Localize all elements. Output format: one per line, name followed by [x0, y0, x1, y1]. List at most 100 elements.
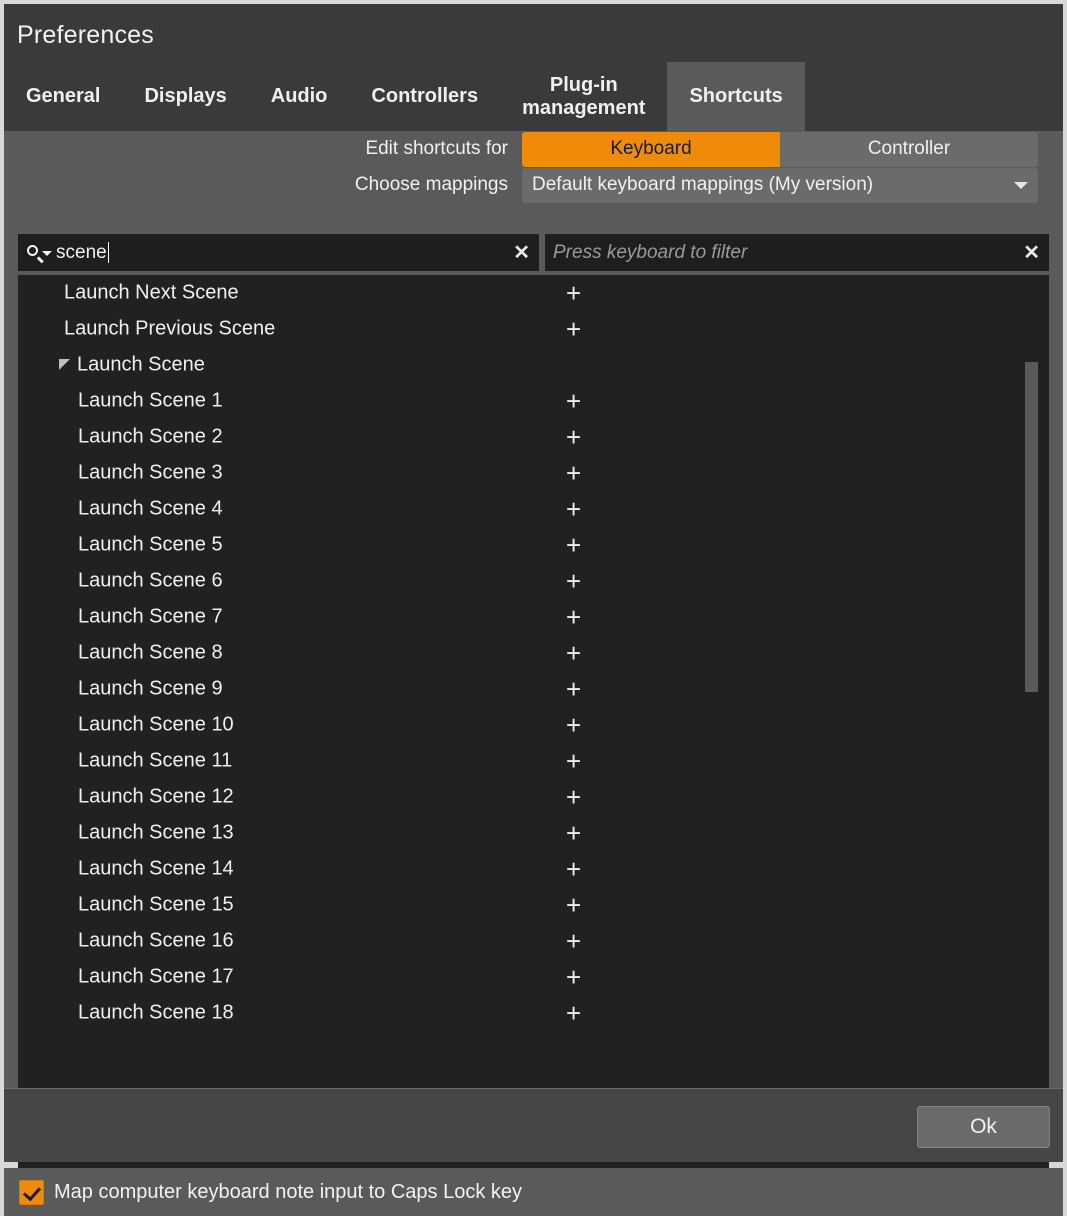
add-shortcut-icon[interactable]: + [566, 856, 581, 882]
search-field[interactable]: scene ✕ [18, 234, 539, 271]
tab-audio[interactable]: Audio [249, 62, 350, 131]
list-item-label: Launch Scene 7 [78, 605, 223, 628]
tab-general[interactable]: General [4, 62, 122, 131]
list-item[interactable]: Launch Next Scene + [18, 275, 1049, 311]
list-item[interactable]: Launch Scene 18 + [18, 995, 1049, 1031]
add-shortcut-icon[interactable]: + [566, 316, 581, 342]
add-shortcut-icon[interactable]: + [566, 1000, 581, 1026]
list-item-label: Launch Scene 4 [78, 497, 223, 520]
list-item[interactable]: Launch Scene 16 + [18, 923, 1049, 959]
list-item[interactable]: Launch Scene 14 + [18, 851, 1049, 887]
add-shortcut-icon[interactable]: + [566, 604, 581, 630]
add-shortcut-icon[interactable]: + [566, 784, 581, 810]
tab-shortcuts[interactable]: Shortcuts [667, 62, 805, 131]
caps-lock-checkbox[interactable] [19, 1179, 44, 1205]
list-item-label: Launch Scene 5 [78, 533, 223, 556]
list-item[interactable]: Launch Scene 13 + [18, 815, 1049, 851]
list-item-label: Launch Scene 9 [78, 677, 223, 700]
add-shortcut-icon[interactable]: + [566, 460, 581, 486]
list-item[interactable]: Launch Scene 1 + [18, 383, 1049, 419]
shortcuts-list: Launch Next Scene + Launch Previous Scene +… [18, 275, 1049, 1031]
edit-shortcuts-row: Edit shortcuts for Keyboard Controller [4, 131, 1063, 167]
list-item[interactable]: Launch Scene 17 + [18, 959, 1049, 995]
list-item[interactable]: Launch Scene 12 + [18, 779, 1049, 815]
search-clear-icon[interactable]: ✕ [513, 243, 530, 263]
add-shortcut-icon[interactable]: + [566, 676, 581, 702]
list-item[interactable]: Launch Scene 7 + [18, 599, 1049, 635]
page-title: Preferences [17, 21, 154, 49]
ok-button[interactable]: Ok [917, 1106, 1050, 1148]
list-item-label: Launch Scene 1 [78, 389, 223, 412]
tab-displays[interactable]: Displays [122, 62, 248, 131]
list-item-label: Launch Scene 12 [78, 785, 234, 808]
shortcuts-list-panel: Launch Next Scene + Launch Previous Scene +… [18, 275, 1049, 1168]
dialog-footer: Ok [4, 1088, 1063, 1162]
chevron-down-icon [1014, 182, 1028, 189]
list-item[interactable]: Launch Scene 9 + [18, 671, 1049, 707]
add-shortcut-icon[interactable]: + [566, 532, 581, 558]
add-shortcut-icon[interactable]: + [566, 388, 581, 414]
filter-row: scene ✕ Press keyboard to filter ✕ [18, 234, 1049, 271]
list-item[interactable]: Launch Scene 10 + [18, 707, 1049, 743]
disclosure-triangle-icon[interactable] [59, 359, 70, 370]
text-cursor [107, 242, 109, 263]
keyboard-filter-clear-icon[interactable]: ✕ [1023, 243, 1040, 263]
add-shortcut-icon[interactable]: + [566, 568, 581, 594]
list-group-header[interactable]: Launch Scene [18, 347, 1049, 383]
tab-bar-spacer [805, 62, 1063, 131]
segment-controller[interactable]: Controller [780, 131, 1038, 167]
add-shortcut-icon[interactable]: + [566, 712, 581, 738]
tab-controllers[interactable]: Controllers [349, 62, 500, 131]
choose-mappings-label: Choose mappings [354, 174, 508, 195]
add-shortcut-icon[interactable]: + [566, 748, 581, 774]
add-shortcut-icon[interactable]: + [566, 928, 581, 954]
list-item-label: Launch Scene 2 [78, 425, 223, 448]
segment-keyboard[interactable]: Keyboard [522, 131, 780, 167]
add-shortcut-icon[interactable]: + [566, 280, 581, 306]
list-item[interactable]: Launch Scene 15 + [18, 887, 1049, 923]
choose-mappings-row: Choose mappings Default keyboard mapping… [4, 167, 1063, 203]
tab-plug-in-management[interactable]: Plug-in management [500, 62, 667, 131]
add-shortcut-icon[interactable]: + [566, 496, 581, 522]
add-shortcut-icon[interactable]: + [566, 964, 581, 990]
list-item-label: Launch Previous Scene [64, 317, 276, 340]
top-controls: Edit shortcuts for Keyboard Controller C… [4, 131, 1063, 203]
list-item[interactable]: Launch Scene 3 + [18, 455, 1049, 491]
search-icon[interactable] [26, 243, 52, 263]
list-item-label: Launch Scene 18 [78, 1001, 234, 1024]
list-item[interactable]: Launch Scene 8 + [18, 635, 1049, 671]
dialog-header: Preferences General Displays Audio Controll… [4, 4, 1063, 131]
edit-shortcuts-label: Edit shortcuts for [365, 138, 508, 159]
list-item-label: Launch Scene 11 [78, 749, 233, 772]
check-icon [22, 1182, 42, 1201]
list-item-label: Launch Scene 17 [78, 965, 234, 988]
list-item-label: Launch Scene 16 [78, 929, 234, 952]
list-item-label: Launch Scene 14 [78, 857, 234, 880]
add-shortcut-icon[interactable]: + [566, 640, 581, 666]
list-item[interactable]: Launch Scene 11 + [18, 743, 1049, 779]
list-item[interactable]: Launch Scene 5 + [18, 527, 1049, 563]
add-shortcut-icon[interactable]: + [566, 820, 581, 846]
mappings-select-value: Default keyboard mappings (My version) [532, 174, 874, 195]
list-item-label: Launch Next Scene [64, 281, 239, 304]
list-item-label: Launch Scene 13 [78, 821, 234, 844]
preferences-dialog: Preferences General Displays Audio Controll… [4, 4, 1063, 1216]
add-shortcut-icon[interactable]: + [566, 424, 581, 450]
list-item-label: Launch Scene [77, 353, 205, 376]
search-input-value: scene [56, 241, 107, 263]
mappings-select[interactable]: Default keyboard mappings (My version) [522, 167, 1038, 203]
list-item[interactable]: Launch Previous Scene + [18, 311, 1049, 347]
edit-shortcuts-segmented[interactable]: Keyboard Controller [522, 131, 1038, 167]
caps-lock-label: Map computer keyboard note input to Caps… [54, 1180, 523, 1203]
add-shortcut-icon[interactable]: + [566, 892, 581, 918]
list-scrollbar[interactable] [1015, 275, 1049, 1168]
keyboard-filter-field[interactable]: Press keyboard to filter ✕ [545, 234, 1049, 271]
caps-lock-option-row[interactable]: Map computer keyboard note input to Caps… [4, 1168, 1063, 1216]
list-item[interactable]: Launch Scene 2 + [18, 419, 1049, 455]
list-item[interactable]: Launch Scene 4 + [18, 491, 1049, 527]
list-item-label: Launch Scene 3 [78, 461, 223, 484]
keyboard-filter-placeholder: Press keyboard to filter [553, 241, 748, 263]
list-scrollbar-thumb[interactable] [1025, 362, 1038, 692]
list-item[interactable]: Launch Scene 6 + [18, 563, 1049, 599]
tab-bar: General Displays Audio Controllers Plug-in m… [4, 62, 1063, 131]
